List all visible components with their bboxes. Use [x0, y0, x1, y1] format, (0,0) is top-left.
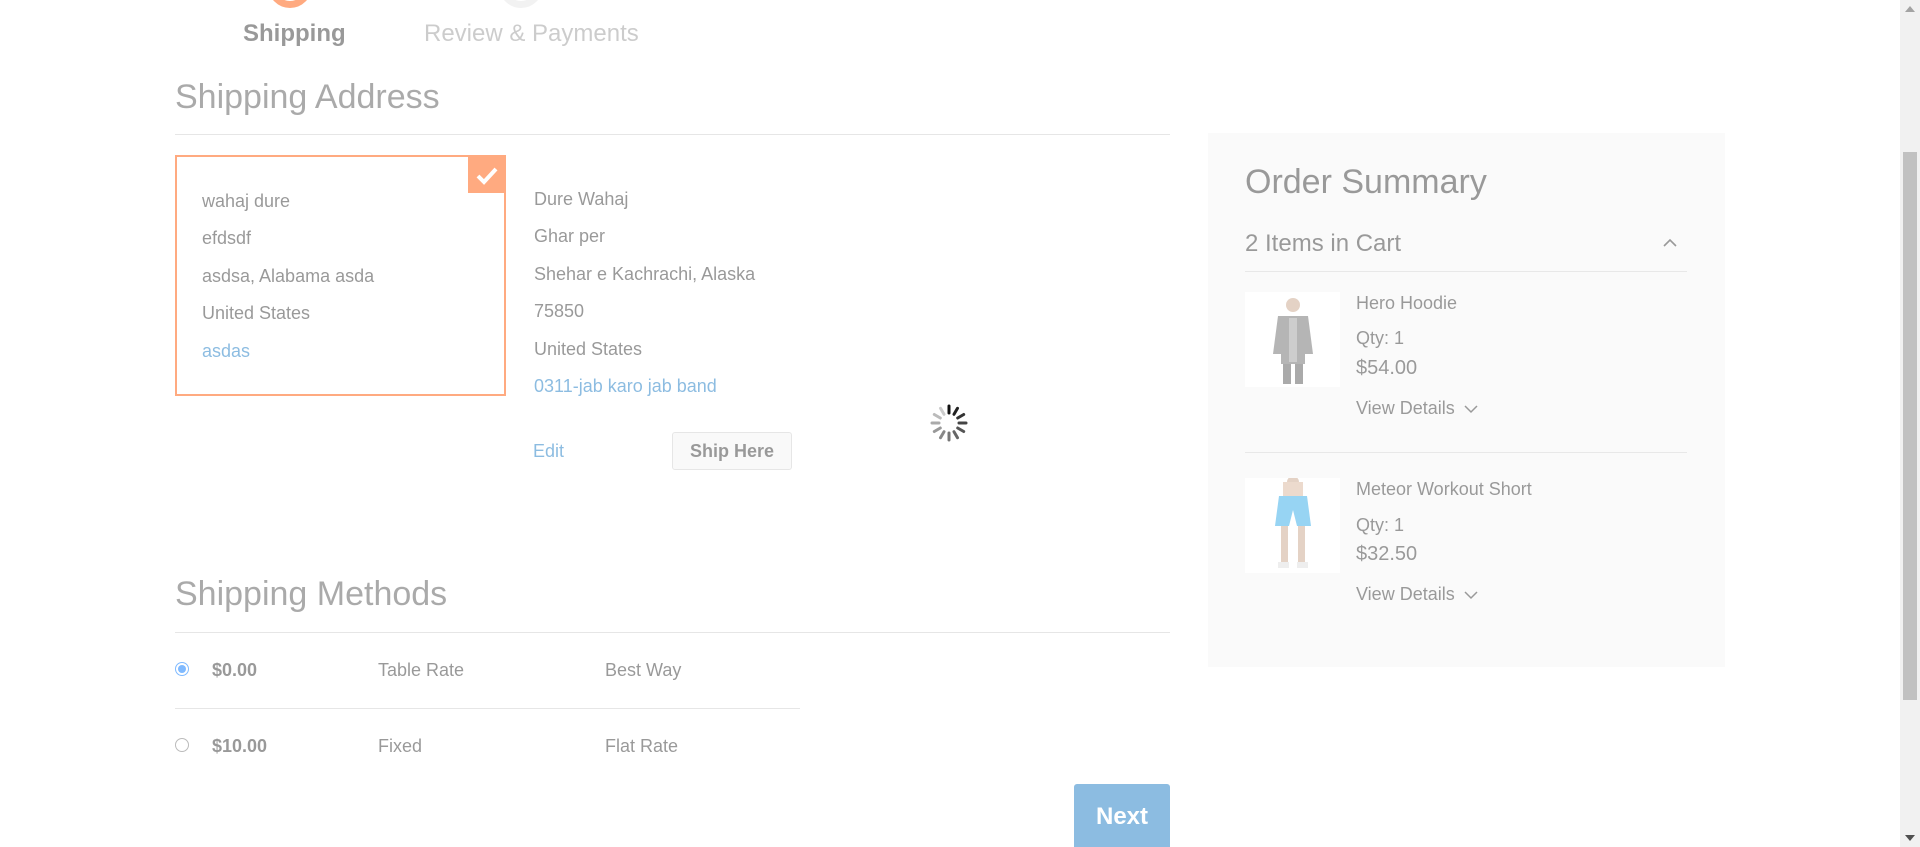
scrollbar-thumb[interactable] [1903, 152, 1917, 700]
scroll-up-arrow-icon[interactable] [1905, 6, 1915, 12]
page-scrollbar[interactable] [1900, 0, 1920, 847]
checkout-page: Shipping Review & Payments Shipping Addr… [0, 0, 1920, 847]
scroll-down-arrow-icon[interactable] [1905, 835, 1915, 841]
loading-spinner-icon [930, 404, 968, 442]
